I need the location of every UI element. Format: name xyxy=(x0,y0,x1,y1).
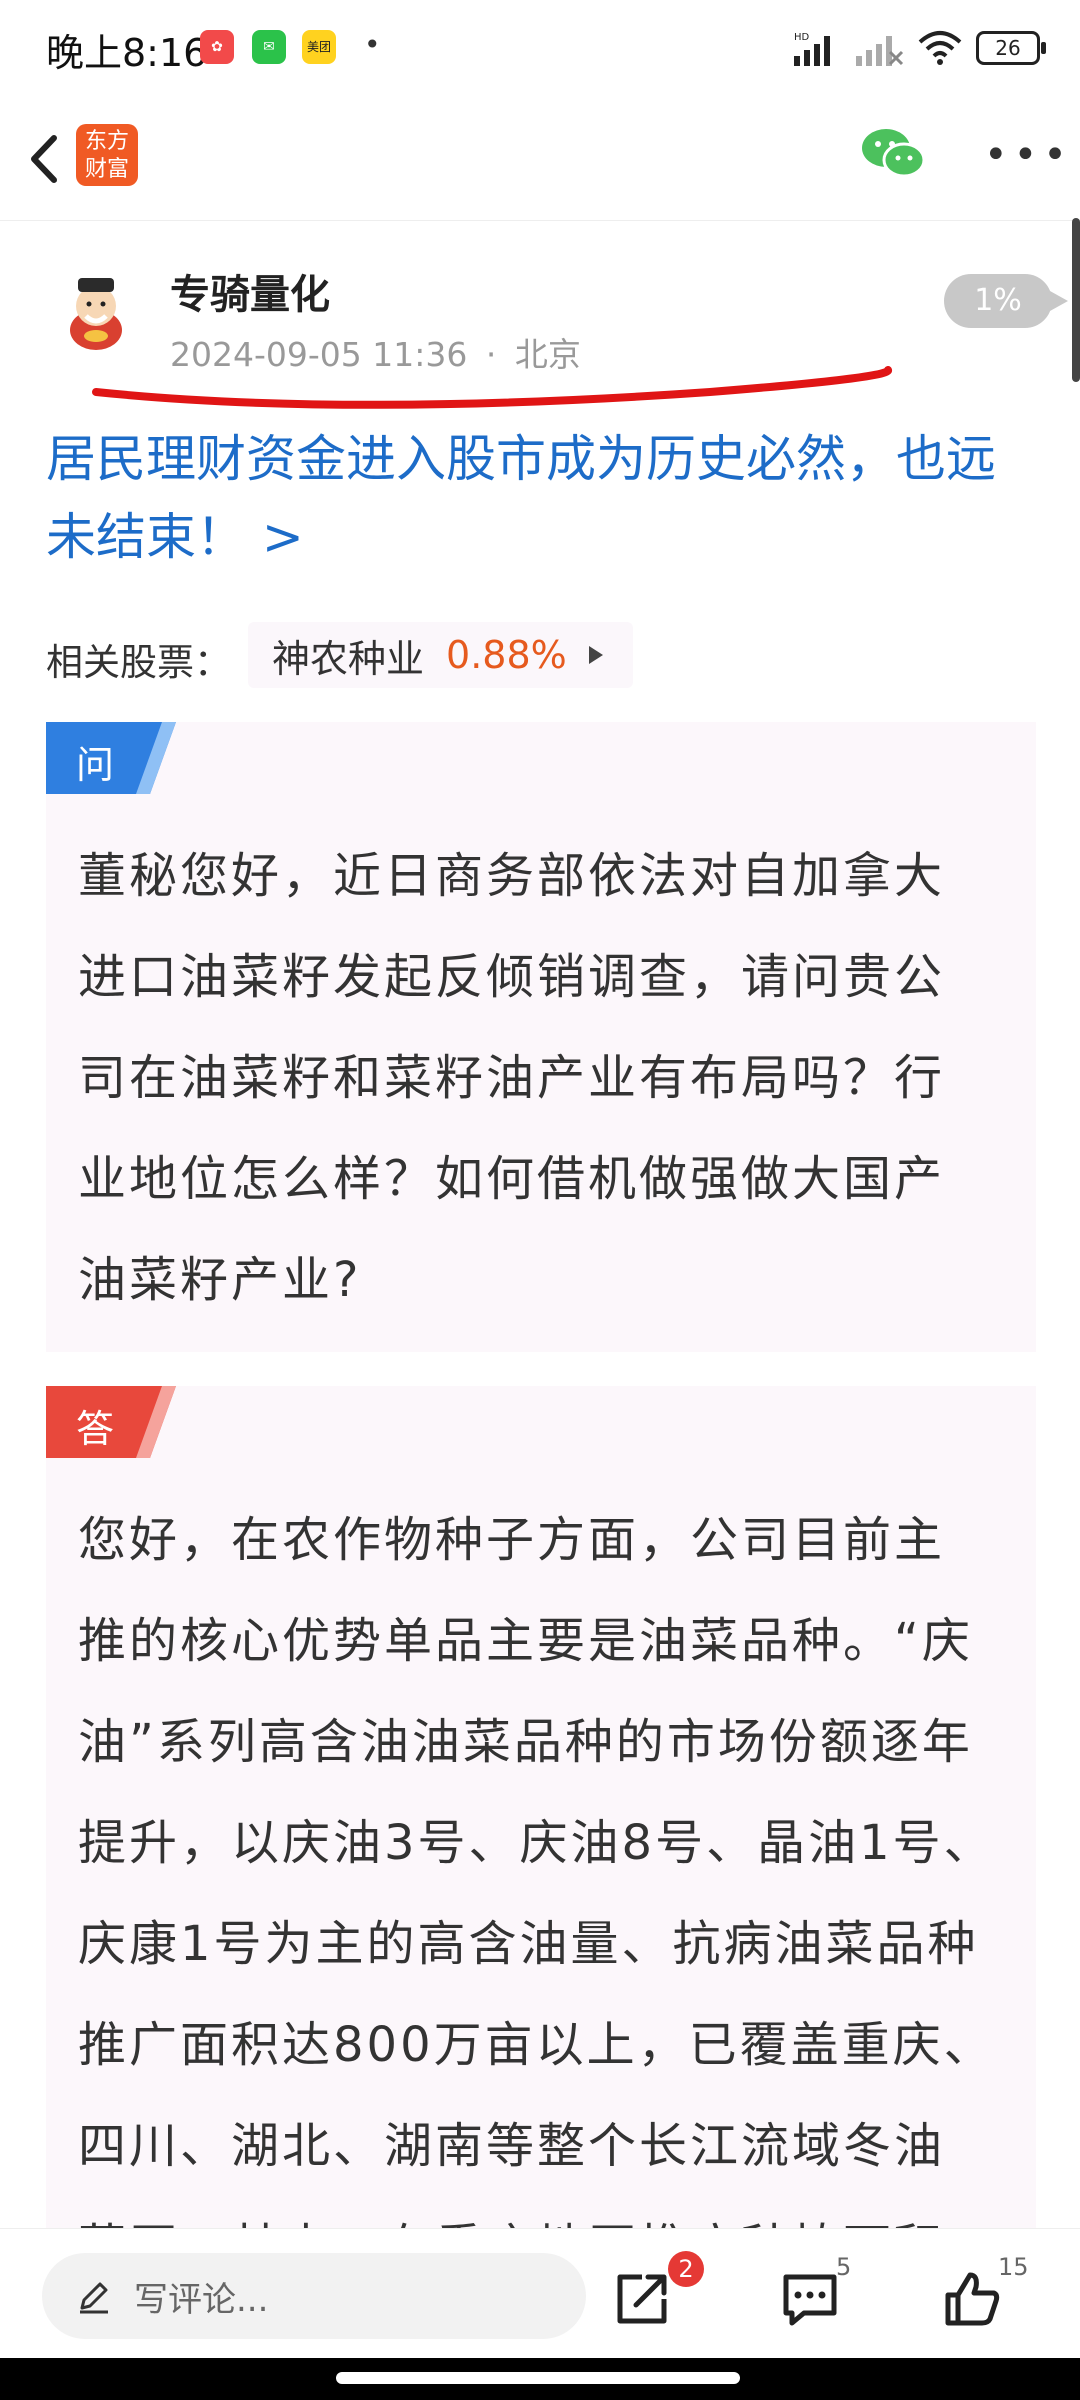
more-notifications-dot: • xyxy=(364,28,381,61)
answer-line: 油”系列高含油油菜品种的市场份额逐年 xyxy=(78,1714,973,1770)
comment-icon[interactable] xyxy=(780,2269,840,2329)
answer-text: 您好，在农作物种子方面，公司目前主 推的核心优势单品主要是油菜品种。“庆 油”系… xyxy=(78,1490,1028,2228)
share-icon[interactable] xyxy=(612,2269,672,2329)
wifi-icon xyxy=(918,31,962,65)
question-line: 司在油菜籽和菜籽油产业有布局吗？行 xyxy=(78,1050,946,1106)
app-notification-icon: ✿ xyxy=(200,30,234,64)
pen-icon xyxy=(80,2282,108,2314)
stock-change: 0.88% xyxy=(446,633,567,677)
answer-line: 菜区，其中，在重庆地区推广种植面积 xyxy=(78,2197,1028,2228)
status-icons: HD 26 xyxy=(794,26,1046,70)
more-options-icon[interactable]: ••• xyxy=(984,135,1073,175)
eastmoney-logo[interactable]: 东方 财富 xyxy=(76,124,138,186)
signal-2-icon xyxy=(856,36,904,66)
stock-name: 神农种业 xyxy=(272,636,425,681)
status-time: 晚上8:16 xyxy=(46,31,208,75)
answer-block: 答 您好，在农作物种子方面，公司目前主 推的核心优势单品主要是油菜品种。“庆 油… xyxy=(46,1386,1036,2228)
comment-count: 5 xyxy=(836,2253,852,2281)
question-line: 业地位怎么样？如何借机做强做大国产 xyxy=(78,1151,946,1207)
related-stocks-label: 相关股票： xyxy=(46,641,231,684)
read-progress-badge: 1% xyxy=(944,274,1068,328)
signal-icon: HD xyxy=(794,32,830,66)
related-stock-chip[interactable]: 神农种业 0.88% xyxy=(248,622,633,688)
play-arrow-icon xyxy=(588,646,603,664)
like-icon[interactable] xyxy=(942,2269,1002,2329)
question-text: 董秘您好，近日商务部依法对自加拿大 进口油菜籽发起反倾销调查，请问贵公 司在油菜… xyxy=(78,826,1028,1331)
answer-line: 推广面积达800万亩以上，已覆盖重庆、 xyxy=(78,2017,995,2073)
question-line: 进口油菜籽发起反倾销调查，请问贵公 xyxy=(78,949,946,1005)
question-block: 问 董秘您好，近日商务部依法对自加拿大 进口油菜籽发起反倾销调查，请问贵公 司在… xyxy=(46,722,1036,1352)
answer-tag-label: 答 xyxy=(76,1407,115,1451)
scrollbar[interactable] xyxy=(1072,218,1080,382)
answer-line: 四川、湖北、湖南等整个长江流域冬油 xyxy=(78,2118,946,2174)
top-nav-bar: 东方 财富 ••• xyxy=(0,100,1080,221)
question-line: 油菜籽产业? xyxy=(78,1252,362,1308)
share-badge: 2 xyxy=(668,2251,704,2287)
bottom-action-bar: 写评论... 2 5 15 xyxy=(0,2228,1080,2359)
answer-line: 庆康1号为主的高含油量、抗病油菜品种 xyxy=(78,1916,979,1972)
status-bar: 晚上8:16 ✿ ✉ 美团 • HD 26 xyxy=(0,0,1080,100)
battery-icon: 26 xyxy=(976,31,1046,65)
like-count: 15 xyxy=(998,2253,1029,2281)
comment-input[interactable]: 写评论... xyxy=(42,2253,586,2339)
back-arrow-icon[interactable] xyxy=(18,126,78,192)
wechat-share-icon[interactable] xyxy=(860,126,926,180)
author-name[interactable]: 专骑量化 xyxy=(170,262,330,320)
home-indicator[interactable] xyxy=(336,2372,740,2384)
svg-text:HD: HD xyxy=(794,32,810,43)
author-avatar[interactable] xyxy=(56,272,136,352)
question-line: 董秘您好，近日商务部依法对自加拿大 xyxy=(78,848,946,904)
answer-line: 您好，在农作物种子方面，公司目前主 xyxy=(78,1512,946,1568)
answer-line: 提升，以庆油3号、庆油8号、晶油1号、 xyxy=(78,1815,995,1871)
logo-line-1: 东方 xyxy=(84,129,129,154)
question-tag-label: 问 xyxy=(76,743,115,787)
wechat-notification-icon: ✉ xyxy=(252,30,286,64)
answer-line: 推的核心优势单品主要是油菜品种。“庆 xyxy=(78,1613,973,1669)
logo-line-2: 财富 xyxy=(84,157,129,182)
comment-placeholder: 写评论... xyxy=(134,2279,269,2320)
post-title-link[interactable]: 居民理财资金进入股市成为历史必然，也远未结束！ > xyxy=(46,420,1036,576)
meituan-notification-icon: 美团 xyxy=(302,30,336,64)
